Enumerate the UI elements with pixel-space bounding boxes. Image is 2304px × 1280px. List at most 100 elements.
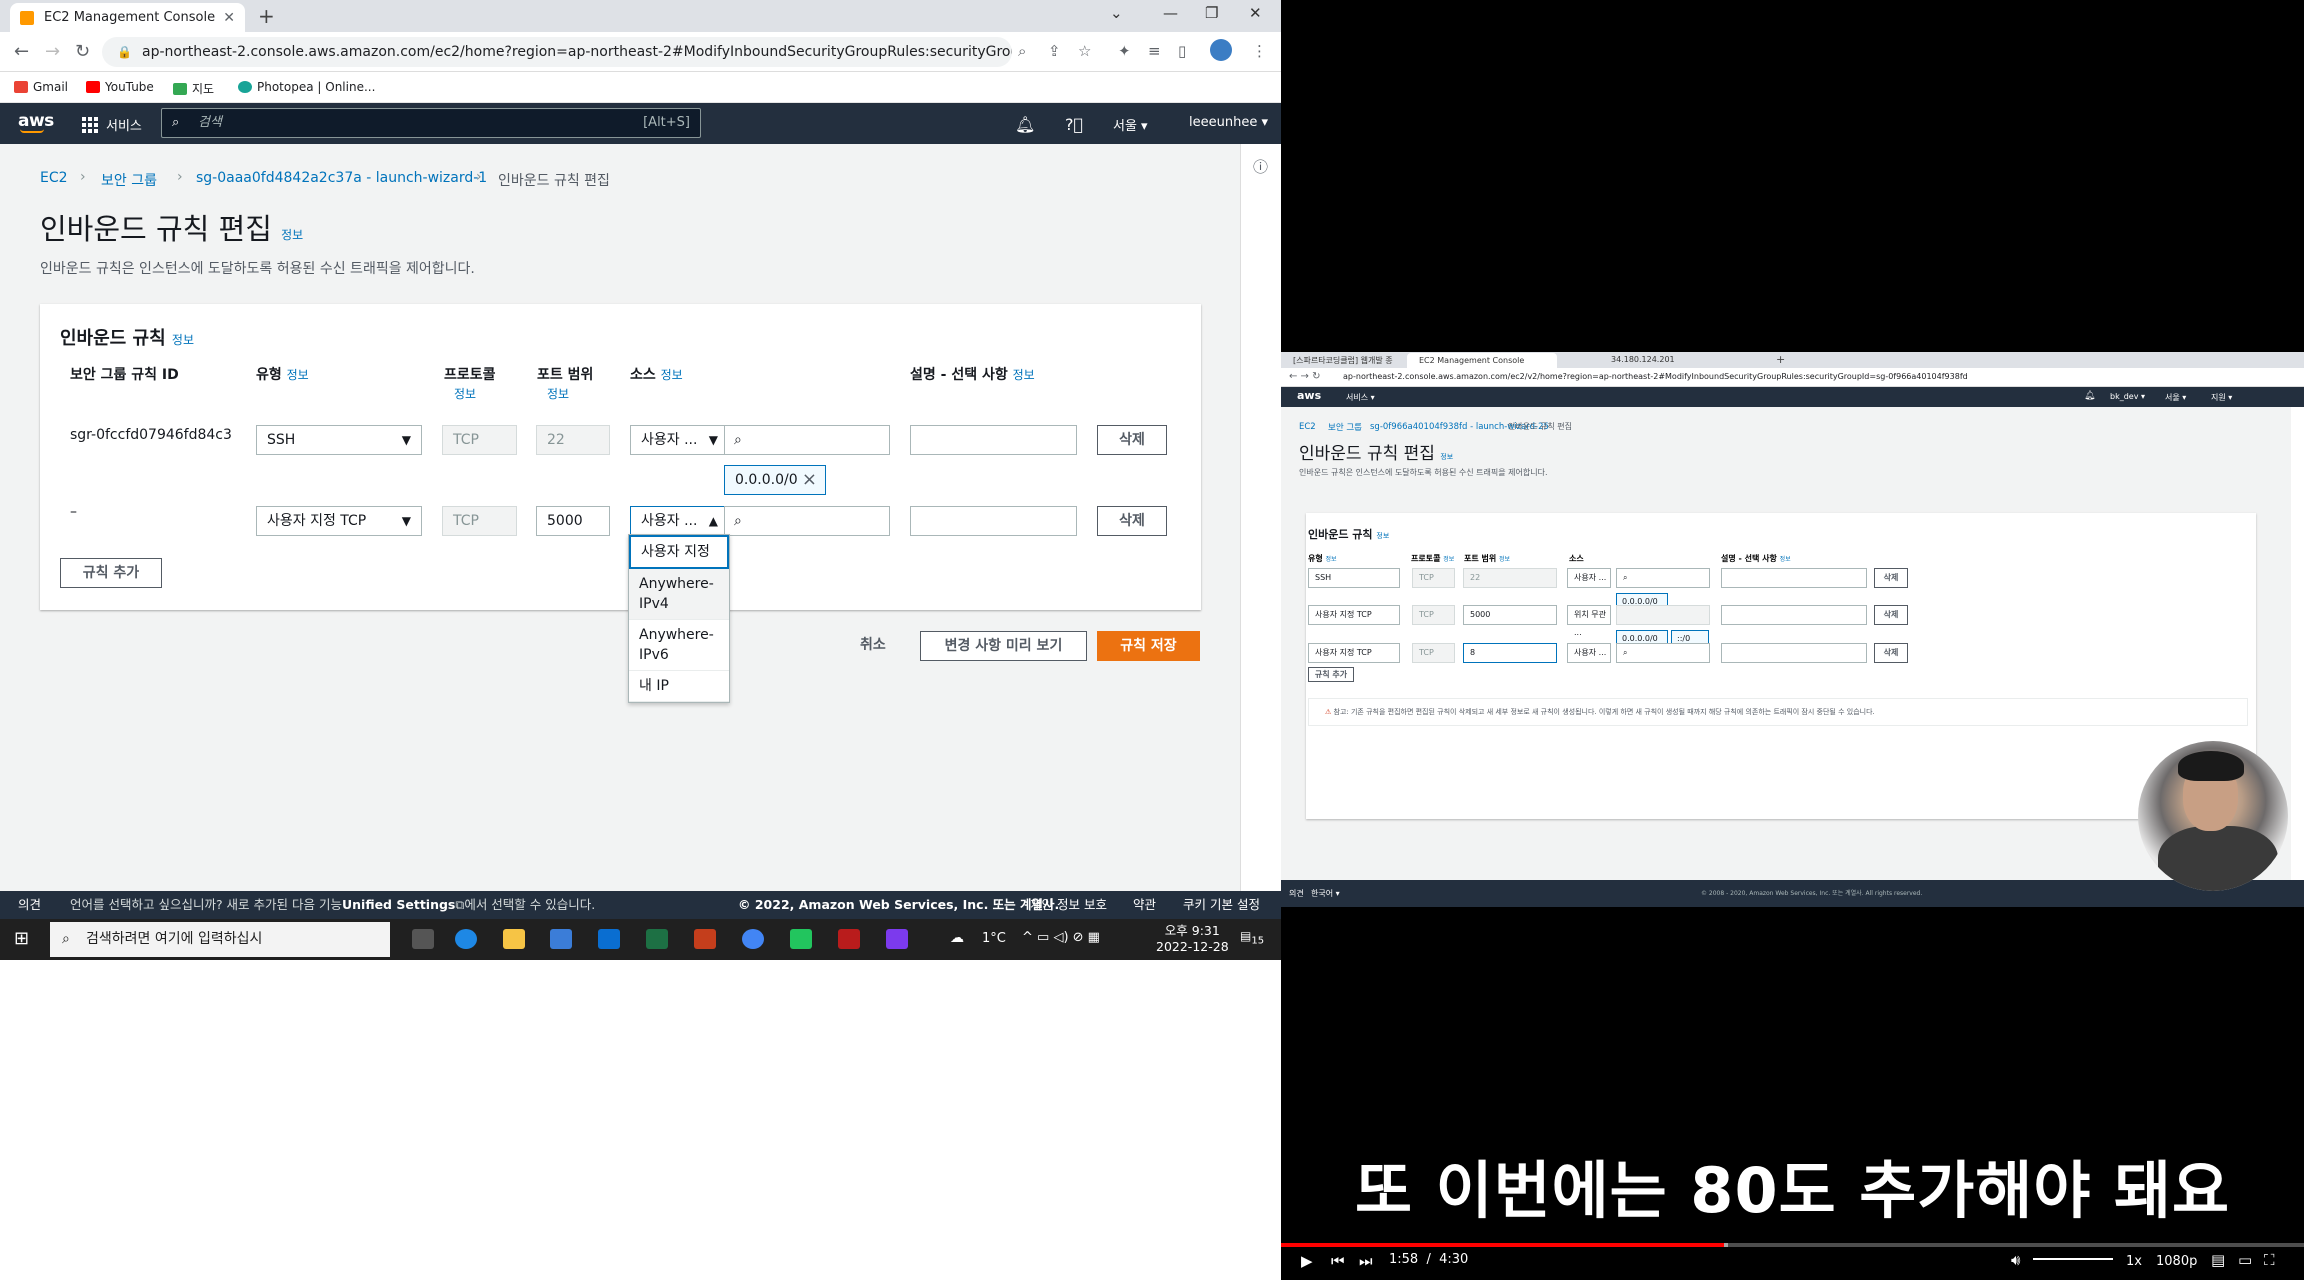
sidepanel-icon[interactable]: ▯ bbox=[1178, 42, 1186, 60]
excel-icon[interactable] bbox=[646, 929, 668, 949]
aws-logo[interactable]: aws bbox=[18, 111, 54, 133]
store-icon[interactable] bbox=[550, 929, 572, 949]
aws-top-nav: aws 서비스 ⌕ 검색 [Alt+S] 🔔︎ ?⃝ 서울 ▾ leeeunhe… bbox=[0, 103, 1281, 144]
breadcrumb-sg-id[interactable]: sg-0aaa0fd4842a2c37a - launch-wizard-1 bbox=[196, 170, 487, 186]
option-custom[interactable]: 사용자 지정 bbox=[629, 535, 729, 569]
close-tab-icon[interactable]: ✕ bbox=[223, 10, 235, 26]
back-icon[interactable]: ← bbox=[14, 41, 29, 62]
option-anywhere-ipv4[interactable]: Anywhere-IPv4 bbox=[629, 569, 729, 620]
forward-icon[interactable]: → bbox=[45, 41, 60, 62]
subtitles-icon[interactable]: ▤ bbox=[2211, 1251, 2225, 1269]
video-type-select: 사용자 지정 TCP bbox=[1308, 605, 1400, 625]
breadcrumb-ec2[interactable]: EC2 bbox=[40, 170, 68, 186]
clock[interactable]: 오후 9:31 2022-12-28 bbox=[1156, 923, 1229, 955]
privacy-link[interactable]: 개인 정보 보호 bbox=[1030, 891, 1107, 919]
url-text: ap-northeast-2.console.aws.amazon.com/ec… bbox=[142, 44, 1012, 60]
reload-icon[interactable]: ↻ bbox=[75, 41, 90, 62]
terms-link[interactable]: 약관 bbox=[1133, 891, 1156, 919]
port-input[interactable]: 5000 bbox=[536, 506, 610, 536]
minimize-icon[interactable]: — bbox=[1163, 4, 1178, 22]
aws-search-input[interactable]: ⌕ 검색 [Alt+S] bbox=[161, 108, 701, 138]
taskbar-search[interactable]: ⌕ 검색하려면 여기에 입력하십시 bbox=[50, 922, 390, 957]
bookmark-star-icon[interactable]: ☆ bbox=[1078, 42, 1091, 60]
fullscreen-icon[interactable]: ⛶ bbox=[2264, 1251, 2275, 1269]
info-link[interactable]: 정보 bbox=[281, 228, 303, 242]
maximize-icon[interactable]: ❐ bbox=[1205, 4, 1218, 22]
video-type-select: SSH bbox=[1308, 568, 1400, 588]
video-cidr-input: ⌕ bbox=[1616, 643, 1710, 663]
chrome-icon[interactable] bbox=[742, 929, 764, 949]
breadcrumb-security-groups[interactable]: 보안 그룹 bbox=[101, 170, 157, 190]
delete-button[interactable]: 삭제 bbox=[1097, 425, 1167, 455]
mail-icon[interactable] bbox=[598, 929, 620, 949]
tray-icons[interactable]: ^ ▭ ◁) ⊘ ▦ bbox=[1022, 930, 1100, 945]
remove-token-icon[interactable]: × bbox=[802, 466, 817, 494]
bookmark-photopea[interactable]: Photopea | Online... bbox=[238, 80, 375, 94]
description-input[interactable] bbox=[910, 425, 1077, 455]
help-icon[interactable]: ?⃝ bbox=[1065, 115, 1083, 134]
option-anywhere-ipv6[interactable]: Anywhere-IPv6 bbox=[629, 620, 729, 671]
type-select[interactable]: 사용자 지정 TCP ▼ bbox=[256, 506, 422, 536]
cancel-button[interactable]: 취소 bbox=[860, 634, 886, 654]
feedback-link[interactable]: 의견 bbox=[18, 891, 41, 919]
url-bar[interactable]: 🔒 ap-northeast-2.console.aws.amazon.com/… bbox=[102, 37, 1012, 67]
new-tab-icon[interactable]: + bbox=[258, 4, 275, 28]
bookmark-gmail[interactable]: Gmail bbox=[14, 80, 68, 94]
quality-button[interactable]: 1080p bbox=[2156, 1254, 2197, 1269]
video-source: 사용자 ... bbox=[1567, 568, 1611, 588]
next-icon[interactable]: ⏭ bbox=[1359, 1252, 1373, 1270]
close-window-icon[interactable]: ✕ bbox=[1249, 4, 1262, 22]
col-description: 설명 - 선택 사항 정보 bbox=[910, 367, 1035, 383]
media-icon[interactable]: ≡ bbox=[1148, 42, 1161, 60]
save-rules-button[interactable]: 규칙 저장 bbox=[1097, 631, 1200, 661]
cidr-search-input[interactable]: ⌕ bbox=[724, 506, 890, 536]
tab-search-icon[interactable]: ⌄ bbox=[1110, 4, 1123, 22]
zoom-icon[interactable]: ⌕ bbox=[1018, 42, 1026, 60]
pycharm-icon[interactable] bbox=[790, 929, 812, 949]
play-icon[interactable]: ▶ bbox=[1301, 1252, 1313, 1270]
filezilla-icon[interactable] bbox=[838, 929, 860, 949]
region-menu[interactable]: 서울 ▾ bbox=[1113, 115, 1148, 134]
menu-icon[interactable]: ⋮ bbox=[1252, 42, 1267, 60]
description-input[interactable] bbox=[910, 506, 1077, 536]
info-circle-icon[interactable]: ⓘ bbox=[1253, 156, 1268, 177]
edge-icon[interactable] bbox=[455, 929, 477, 949]
option-my-ip[interactable]: 내 IP bbox=[629, 671, 729, 702]
delete-button[interactable]: 삭제 bbox=[1097, 506, 1167, 536]
video-footer-feedback: 의견 bbox=[1289, 889, 1304, 898]
powerpoint-icon[interactable] bbox=[694, 929, 716, 949]
info-link[interactable]: 정보 bbox=[172, 333, 194, 347]
source-select[interactable]: 사용자 ... ▲ bbox=[630, 506, 725, 536]
services-menu[interactable]: 서비스 bbox=[82, 115, 142, 134]
browser-tab[interactable]: EC2 Management Console ✕ bbox=[10, 3, 245, 32]
windows-start-icon[interactable]: ⊞ bbox=[14, 928, 29, 949]
cidr-search-input[interactable]: ⌕ bbox=[724, 425, 890, 455]
cookie-link[interactable]: 쿠키 기본 설정 bbox=[1183, 891, 1260, 919]
volume-slider[interactable] bbox=[2033, 1258, 2113, 1260]
explorer-icon[interactable] bbox=[503, 929, 525, 949]
notification-bell-icon[interactable]: 🔔︎ bbox=[1015, 115, 1035, 134]
video-source: 사용자 ... bbox=[1567, 643, 1611, 663]
share-icon[interactable]: ⇪ bbox=[1048, 42, 1061, 60]
weather-icon[interactable]: ☁ bbox=[950, 930, 964, 946]
speed-button[interactable]: 1x bbox=[2126, 1254, 2142, 1269]
notification-center-icon[interactable]: ▤15 bbox=[1240, 929, 1264, 946]
previous-icon[interactable]: ⏮ bbox=[1331, 1252, 1345, 1270]
bookmark-maps[interactable]: 지도 bbox=[173, 80, 214, 97]
task-view-icon[interactable] bbox=[412, 929, 434, 949]
extensions-icon[interactable]: ✦ bbox=[1118, 42, 1131, 60]
miniplayer-icon[interactable]: ▭ bbox=[2238, 1251, 2252, 1269]
add-rule-button[interactable]: 규칙 추가 bbox=[60, 558, 162, 588]
preview-changes-button[interactable]: 변경 사항 미리 보기 bbox=[920, 631, 1087, 661]
user-menu[interactable]: leeeunhee ▾ bbox=[1189, 115, 1268, 130]
bookmark-youtube[interactable]: YouTube bbox=[86, 80, 154, 94]
volume-icon[interactable]: 🔊︎ bbox=[2011, 1251, 2020, 1269]
aws-logo: aws bbox=[1297, 389, 1322, 402]
sourcetree-icon[interactable] bbox=[886, 929, 908, 949]
source-select[interactable]: 사용자 ... ▼ bbox=[630, 425, 725, 455]
user-menu: bk_dev ▾ bbox=[2110, 392, 2146, 401]
profile-avatar[interactable] bbox=[1210, 39, 1232, 61]
type-select[interactable]: SSH ▼ bbox=[256, 425, 422, 455]
protocol-field: TCP bbox=[442, 506, 517, 536]
video-player[interactable]: [스파르타코딩클럽] 웹개발 종합 EC2 Management Console… bbox=[1281, 0, 2304, 1280]
